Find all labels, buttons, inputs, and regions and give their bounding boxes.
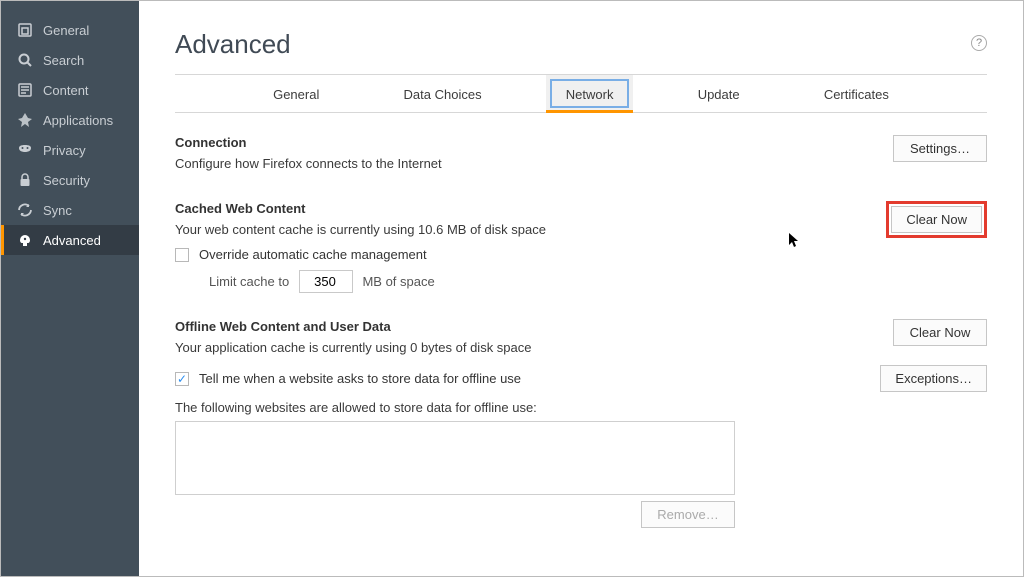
sidebar-item-applications[interactable]: Applications (1, 105, 139, 135)
sidebar-item-label: Sync (43, 203, 72, 218)
offline-title: Offline Web Content and User Data (175, 319, 877, 334)
lock-icon (15, 172, 35, 188)
sidebar-item-advanced[interactable]: Advanced (1, 225, 139, 255)
advanced-icon (15, 232, 35, 248)
tell-me-checkbox[interactable] (175, 372, 189, 386)
page-title: Advanced (175, 29, 987, 60)
sidebar-item-general[interactable]: General (1, 15, 139, 45)
sidebar-item-label: Advanced (43, 233, 101, 248)
offline-status: Your application cache is currently usin… (175, 340, 877, 355)
cache-limit-input[interactable] (299, 270, 353, 293)
tab-network[interactable]: Network (546, 75, 634, 112)
limit-suffix: MB of space (362, 274, 434, 289)
main-content: ? Advanced General Data Choices Network … (139, 1, 1023, 576)
cache-status: Your web content cache is currently usin… (175, 222, 870, 237)
tab-certificates[interactable]: Certificates (804, 75, 909, 112)
sidebar-item-privacy[interactable]: Privacy (1, 135, 139, 165)
highlight-annotation: Clear Now (886, 201, 987, 238)
help-icon[interactable]: ? (971, 35, 987, 51)
override-cache-checkbox[interactable] (175, 248, 189, 262)
override-cache-label: Override automatic cache management (199, 247, 427, 262)
tab-update[interactable]: Update (678, 75, 760, 112)
sidebar: General Search Content Applications Priv… (1, 1, 139, 576)
sidebar-item-label: Search (43, 53, 84, 68)
remove-button[interactable]: Remove… (641, 501, 735, 528)
exceptions-button[interactable]: Exceptions… (880, 365, 987, 392)
allowed-label: The following websites are allowed to st… (175, 400, 987, 415)
connection-desc: Configure how Firefox connects to the In… (175, 156, 877, 171)
general-icon (15, 22, 35, 38)
sidebar-item-label: Security (43, 173, 90, 188)
sync-icon (15, 202, 35, 218)
cache-limit-row: Limit cache to MB of space (209, 270, 987, 293)
sidebar-item-label: Privacy (43, 143, 86, 158)
content-icon (15, 82, 35, 98)
search-icon (15, 52, 35, 68)
sidebar-item-label: Content (43, 83, 89, 98)
sidebar-item-search[interactable]: Search (1, 45, 139, 75)
sidebar-item-label: Applications (43, 113, 113, 128)
connection-settings-button[interactable]: Settings… (893, 135, 987, 162)
offline-sites-list[interactable] (175, 421, 735, 495)
tell-me-label: Tell me when a website asks to store dat… (199, 371, 521, 386)
sidebar-item-content[interactable]: Content (1, 75, 139, 105)
tabbar: General Data Choices Network Update Cert… (175, 75, 987, 113)
sidebar-item-sync[interactable]: Sync (1, 195, 139, 225)
cache-clear-button[interactable]: Clear Now (891, 206, 982, 233)
privacy-icon (15, 142, 35, 158)
cache-title: Cached Web Content (175, 201, 870, 216)
sidebar-item-security[interactable]: Security (1, 165, 139, 195)
sidebar-item-label: General (43, 23, 89, 38)
tab-general[interactable]: General (253, 75, 339, 112)
applications-icon (15, 112, 35, 128)
tab-data-choices[interactable]: Data Choices (384, 75, 502, 112)
connection-title: Connection (175, 135, 877, 150)
offline-clear-button[interactable]: Clear Now (893, 319, 987, 346)
limit-prefix: Limit cache to (209, 274, 289, 289)
